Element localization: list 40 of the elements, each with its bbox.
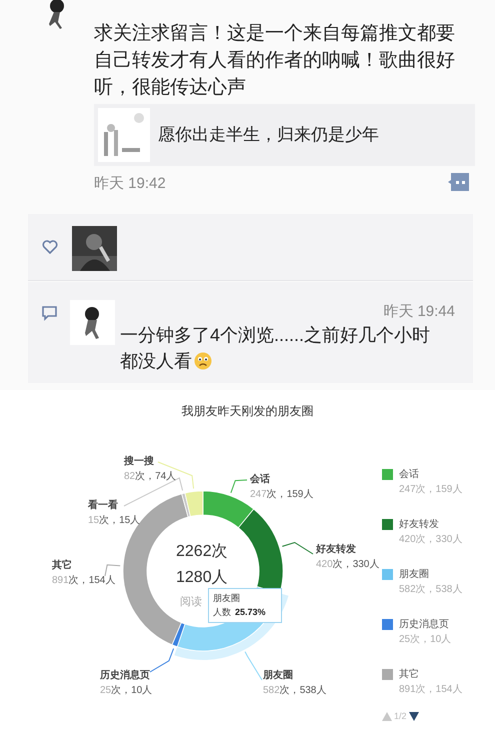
comment-text: 一分钟多了4个浏览......之前好几个小时 — [120, 324, 430, 347]
post-time: 昨天 19:42 — [94, 174, 166, 194]
center-label: 阅读 — [180, 595, 202, 610]
slice-stats: 次，15人 — [99, 514, 140, 528]
slice-value: 247 — [250, 488, 267, 502]
legend-stats: 420次，330人 — [398, 533, 462, 547]
slice-value: 582 — [263, 684, 280, 698]
slice-label: 搜一搜 — [124, 454, 155, 469]
slice-stats: 次，159人 — [266, 488, 314, 502]
legend-stats: 582次，538人 — [398, 583, 462, 597]
tooltip-label: 人数 — [213, 606, 231, 619]
total-readers: 1280人 — [176, 568, 228, 588]
slice-stats: 次，154人 — [68, 574, 116, 588]
comment-text: 都没人看 — [120, 350, 192, 373]
page-indicator: 1/2 — [394, 710, 407, 723]
slice-label: 好友转发 — [316, 542, 357, 557]
comment-time: 昨天 19:44 — [383, 302, 455, 322]
slice-stats: 次，330人 — [332, 558, 380, 572]
legend-stats: 25次，10人 — [398, 633, 452, 647]
slice-value: 891 — [52, 574, 69, 588]
legend-stats: 247次，159人 — [398, 483, 462, 497]
slice-label: 其它 — [52, 558, 73, 573]
caption: 我朋友昨天刚发的朋友圈 — [182, 403, 314, 420]
link-title: 愿你出走半生，归来仍是少年 — [158, 124, 379, 146]
slice-value: 420 — [316, 558, 333, 572]
slice-value: 82 — [124, 470, 136, 484]
slice-label: 会话 — [250, 472, 271, 487]
slice-value: 15 — [88, 514, 100, 528]
total-visits: 2262次 — [176, 542, 228, 562]
slice-stats: 次，538人 — [280, 684, 326, 698]
post-text: 求关注求留言！这是一个来自每篇推文都要自己转发才有人看的作者的呐喊！歌曲很好听，很能传达心声 — [94, 22, 456, 100]
tooltip-value: 25.73% — [235, 606, 266, 619]
slice-label: 历史消息页 — [100, 668, 151, 683]
slice-label: 朋友圈 — [263, 668, 294, 683]
slice-stats: 次，74人 — [135, 470, 176, 484]
slice-value: 25 — [100, 684, 112, 698]
legend-stats: 891次，154人 — [398, 683, 462, 697]
slice-label: 看一看 — [88, 498, 119, 513]
slice-stats: 次，10人 — [111, 684, 152, 698]
tooltip-title: 朋友圈 — [213, 592, 241, 605]
